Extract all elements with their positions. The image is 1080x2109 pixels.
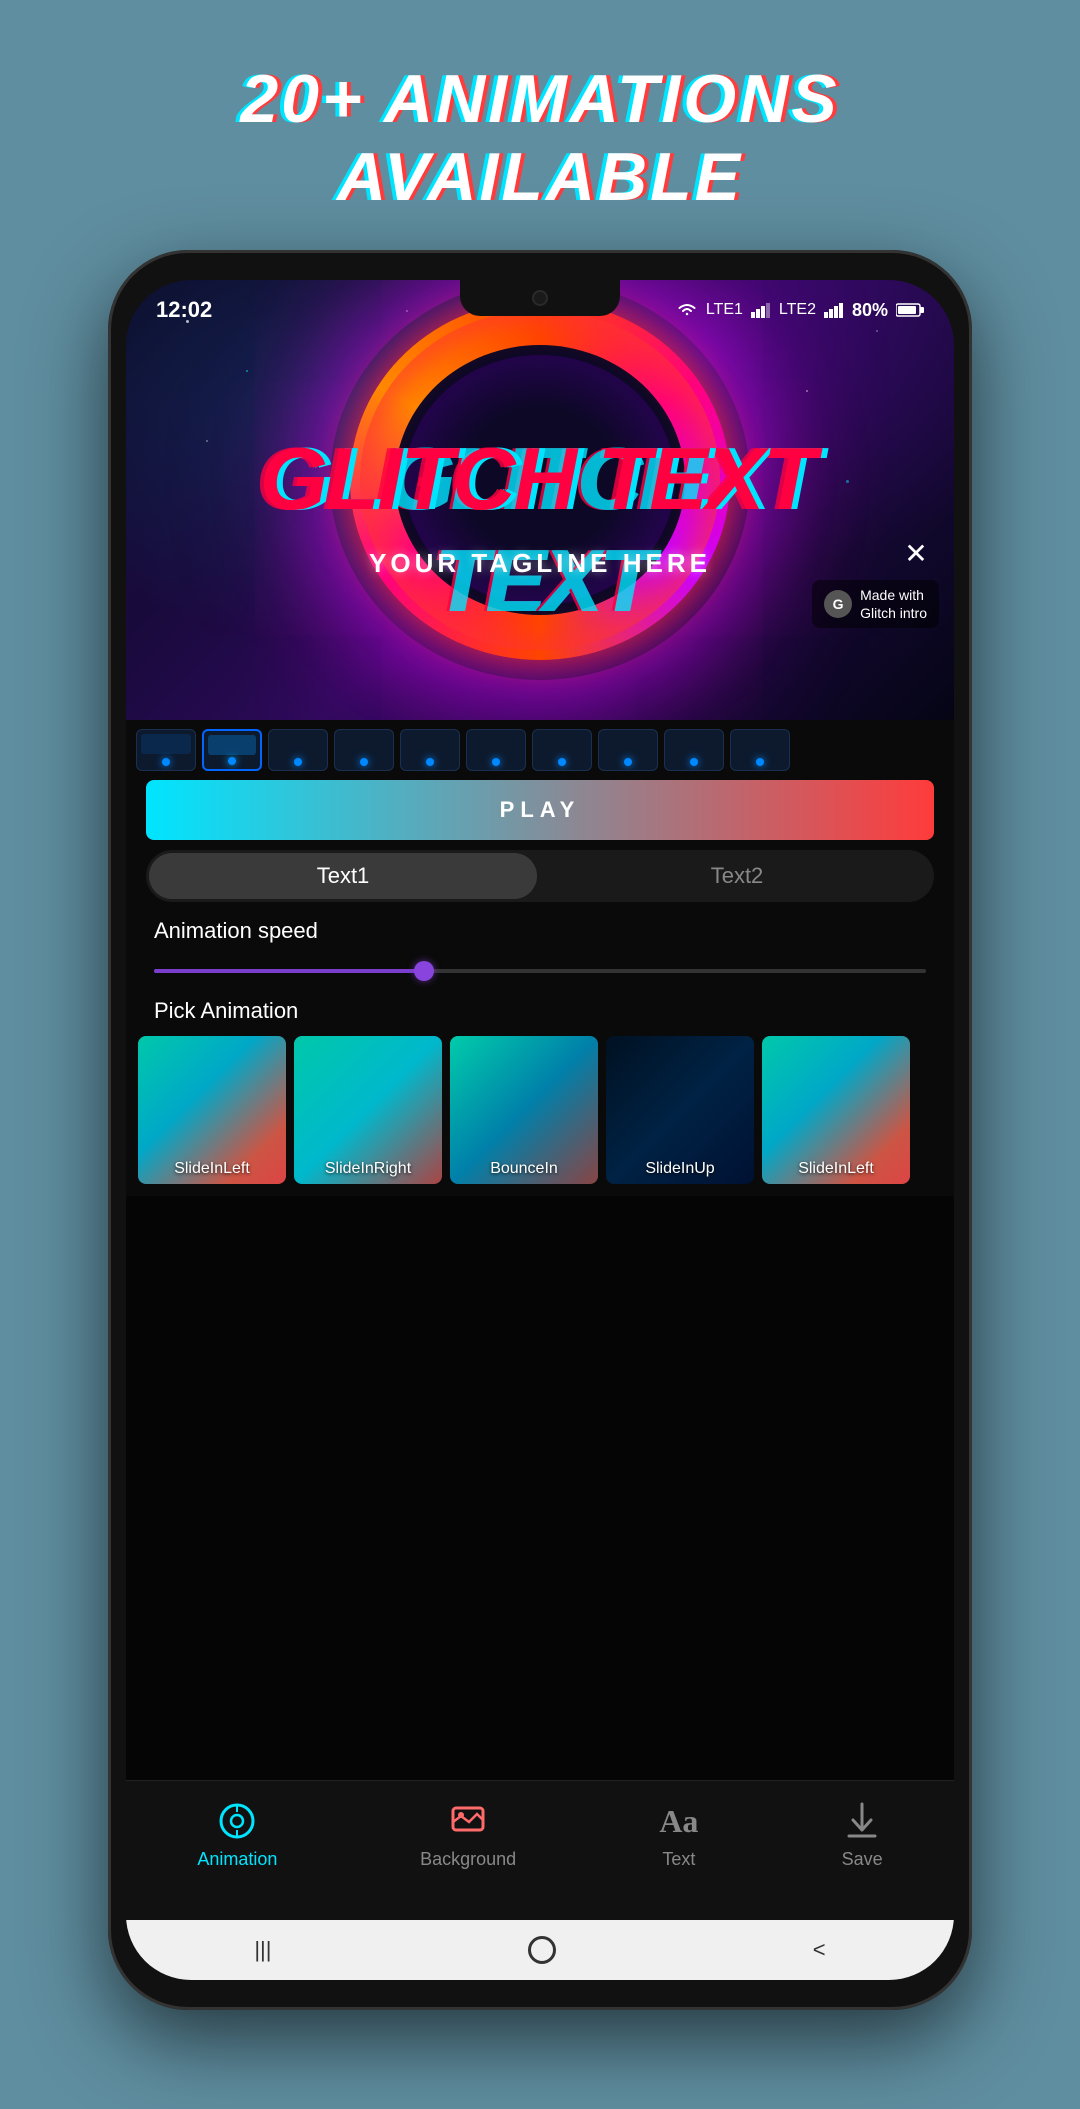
status-time: 12:02 xyxy=(156,297,212,323)
header-title: 20+ ANIMATIONS AVAILABLE xyxy=(50,60,1030,216)
nav-item-background[interactable]: Background xyxy=(420,1801,516,1870)
badge-text: Made withGlitch intro xyxy=(860,586,927,622)
glitch-main-text: GLITCH TEXT GLITCH TEXT GLITCH TEXT xyxy=(126,428,954,530)
play-button-label: PLAY xyxy=(500,797,581,823)
header-banner: 20+ ANIMATIONS AVAILABLE xyxy=(50,60,1030,216)
timeline-item-5[interactable] xyxy=(400,729,460,771)
anim-card-5-label: SlideInLeft xyxy=(762,1160,910,1178)
timeline-item-6[interactable] xyxy=(466,729,526,771)
home-button[interactable] xyxy=(528,1936,556,1964)
save-nav-icon xyxy=(842,1801,882,1841)
timeline-strip xyxy=(126,720,954,780)
slider-fill xyxy=(154,969,424,973)
nav-item-animation[interactable]: Animation xyxy=(197,1801,277,1870)
dark-content-area xyxy=(126,1196,954,1840)
timeline-item-2[interactable] xyxy=(202,729,262,771)
lte2-label: LTE2 xyxy=(779,301,816,319)
anim-card-3[interactable]: BounceIn xyxy=(450,1036,598,1184)
nav-label-text: Text xyxy=(662,1849,695,1870)
battery-percentage: 80% xyxy=(852,300,888,321)
slider-track xyxy=(154,969,926,973)
bottom-nav: Animation Background Aa Text xyxy=(126,1780,954,1920)
slider-thumb[interactable] xyxy=(414,961,434,981)
background-nav-icon xyxy=(448,1801,488,1841)
notch-camera xyxy=(532,290,548,306)
pick-animation-label: Pick Animation xyxy=(154,998,298,1024)
nav-label-animation: Animation xyxy=(197,1849,277,1870)
timeline-item-4[interactable] xyxy=(334,729,394,771)
status-icons: LTE1 LTE2 80% xyxy=(676,300,924,321)
notch xyxy=(460,280,620,316)
badge-logo: G xyxy=(824,590,852,618)
tab-text1[interactable]: Text1 xyxy=(149,853,537,899)
recent-apps-icon[interactable]: ||| xyxy=(254,1937,271,1963)
phone-screen: 12:02 LTE1 LTE2 80% xyxy=(126,280,954,1980)
timeline-item-8[interactable] xyxy=(598,729,658,771)
signal-icon-2 xyxy=(824,302,844,318)
close-button[interactable]: ✕ xyxy=(898,536,934,572)
anim-card-4[interactable]: SlideInUp xyxy=(606,1036,754,1184)
animation-speed-label: Animation speed xyxy=(154,918,318,944)
timeline-item-3[interactable] xyxy=(268,729,328,771)
preview-area: GLITCH TEXT GLITCH TEXT GLITCH TEXT YOUR… xyxy=(126,280,954,720)
home-bar: ||| < xyxy=(126,1920,954,1980)
anim-card-2-label: SlideInRight xyxy=(294,1160,442,1178)
made-with-badge: G Made withGlitch intro xyxy=(812,580,939,628)
back-button[interactable]: < xyxy=(813,1937,826,1963)
timeline-item-7[interactable] xyxy=(532,729,592,771)
anim-card-1[interactable]: SlideInLeft xyxy=(138,1036,286,1184)
close-icon: ✕ xyxy=(904,540,927,568)
battery-icon xyxy=(896,302,924,318)
anim-card-4-label: SlideInUp xyxy=(606,1160,754,1178)
anim-card-3-label: BounceIn xyxy=(450,1160,598,1178)
lte1-label: LTE1 xyxy=(706,301,743,319)
nav-item-text[interactable]: Aa Text xyxy=(659,1801,699,1870)
text-tabs-container: Text1 Text2 xyxy=(146,850,934,902)
nav-label-save: Save xyxy=(842,1849,883,1870)
signal-icon xyxy=(751,302,771,318)
nav-label-background: Background xyxy=(420,1849,516,1870)
tab-text2[interactable]: Text2 xyxy=(543,853,931,899)
tagline-text: YOUR TAGLINE HERE xyxy=(126,548,954,579)
timeline-item-9[interactable] xyxy=(664,729,724,771)
timeline-item-10[interactable] xyxy=(730,729,790,771)
anim-card-2[interactable]: SlideInRight xyxy=(294,1036,442,1184)
text-nav-icon: Aa xyxy=(659,1801,699,1841)
anim-card-1-label: SlideInLeft xyxy=(138,1160,286,1178)
nav-item-save[interactable]: Save xyxy=(842,1801,883,1870)
phone-frame: 12:02 LTE1 LTE2 80% xyxy=(108,250,972,2010)
animation-nav-icon xyxy=(217,1801,257,1841)
wifi-icon xyxy=(676,302,698,318)
play-button[interactable]: PLAY xyxy=(146,780,934,840)
anim-card-5[interactable]: SlideInLeft xyxy=(762,1036,910,1184)
timeline-item-1[interactable] xyxy=(136,729,196,771)
animation-speed-slider[interactable] xyxy=(154,956,926,986)
animation-cards-row: SlideInLeft SlideInRight BounceIn SlideI… xyxy=(126,1036,954,1196)
